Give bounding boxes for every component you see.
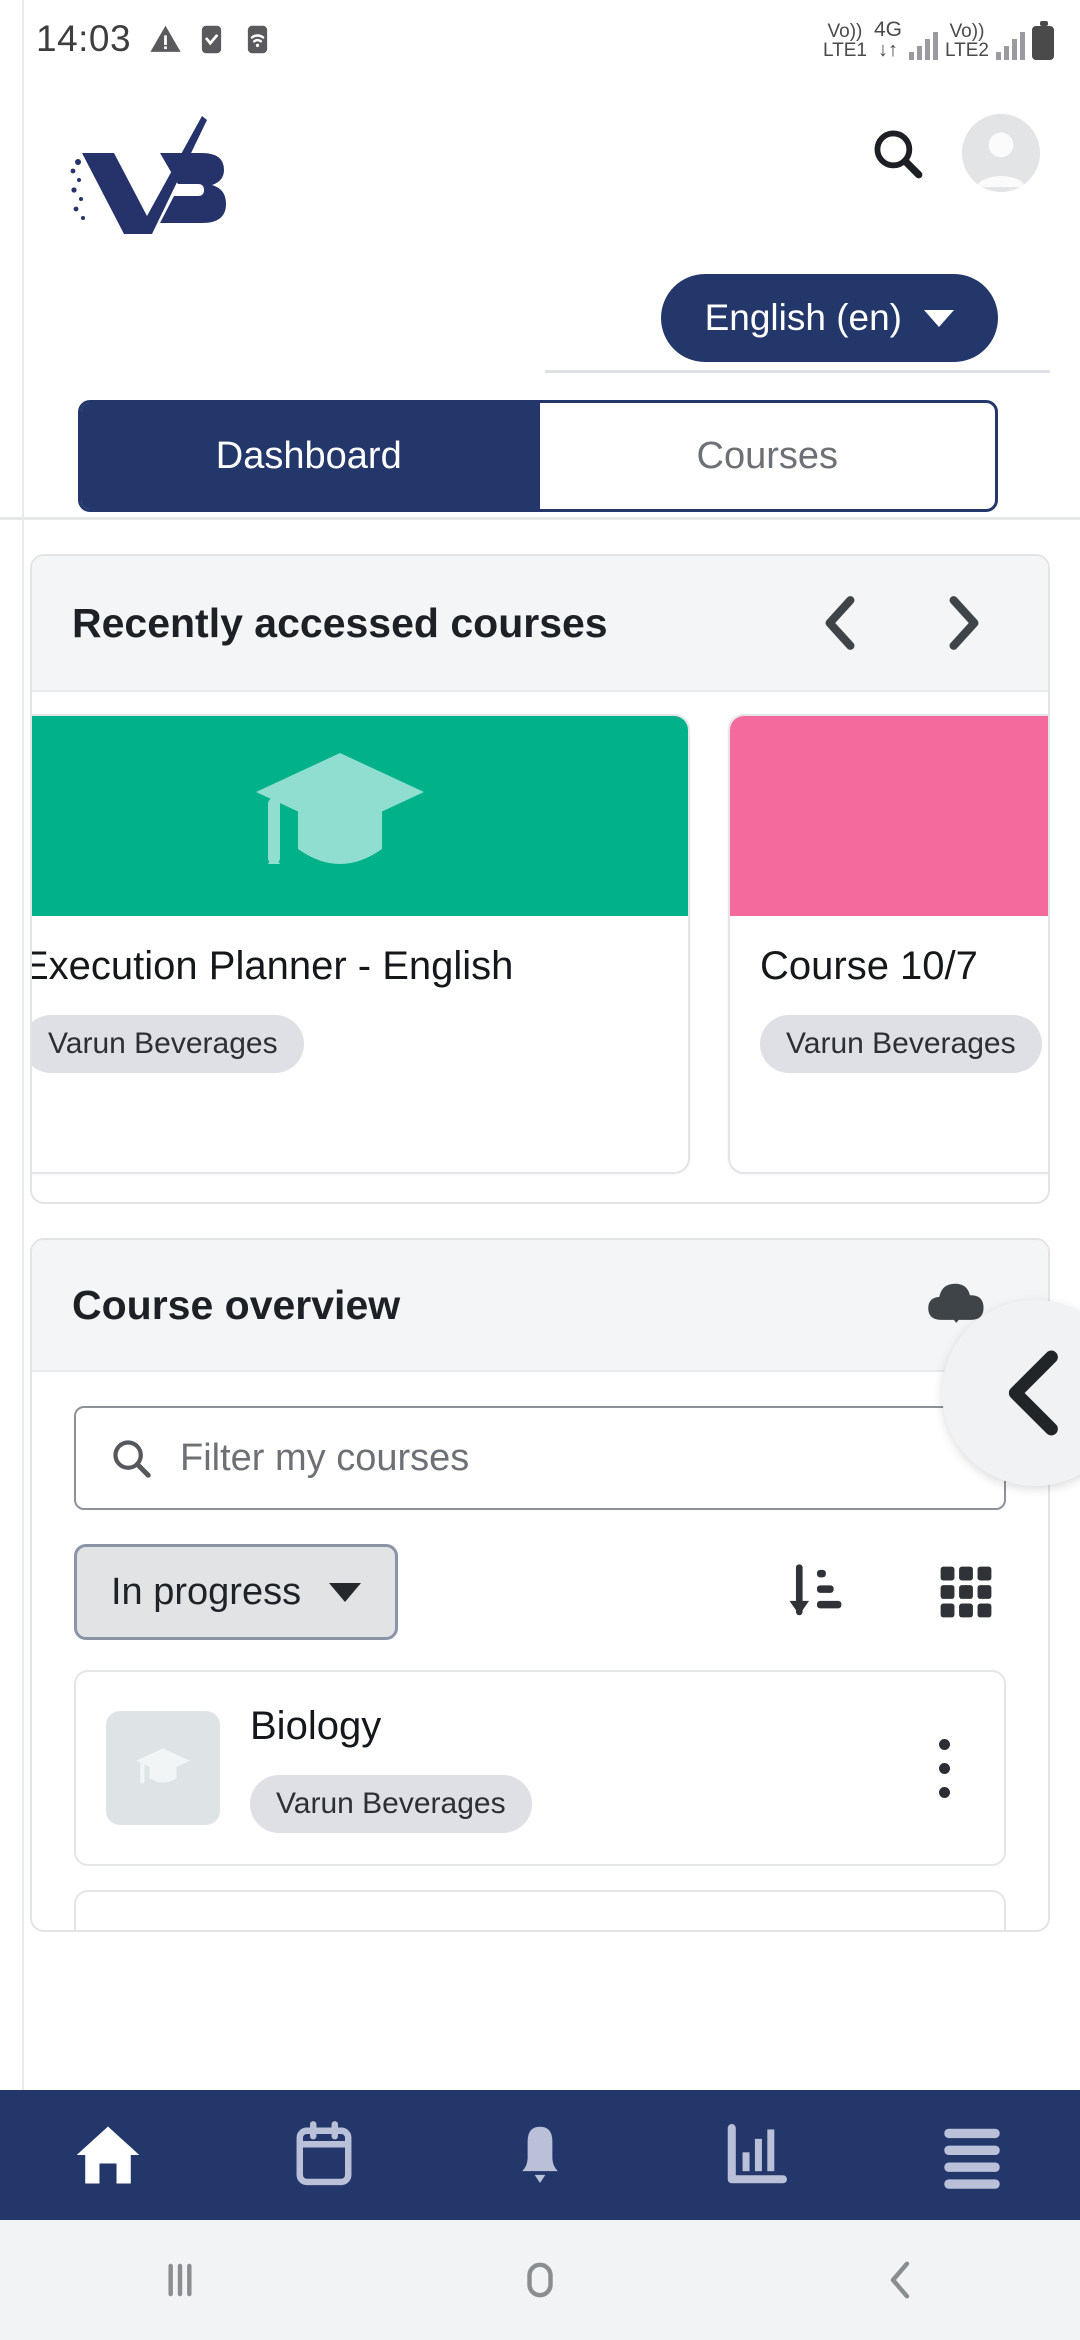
course-status-filter-dropdown[interactable]: In progress [74, 1544, 399, 1640]
chevron-right-icon[interactable] [938, 592, 990, 654]
sim2-volte-top: Vo)) [949, 20, 985, 42]
android-navigation-bar [0, 2220, 1080, 2340]
course-overview-title: Course overview [72, 1281, 401, 1328]
user-avatar-icon [962, 114, 1040, 192]
recently-accessed-title: Recently accessed courses [72, 599, 608, 646]
sort-descending-icon[interactable] [786, 1561, 848, 1623]
grid-view-icon[interactable] [936, 1562, 996, 1622]
course-view-options [786, 1561, 1006, 1623]
course-status-filter-label: In progress [111, 1570, 302, 1613]
course-card-image [730, 716, 1048, 916]
recently-accessed-courses-panel: Recently accessed courses Execution Plan… [30, 554, 1050, 1204]
course-card-category-chip: Varun Beverages [760, 1015, 1042, 1073]
user-avatar[interactable] [962, 114, 1040, 192]
app-header [0, 78, 1080, 258]
chevron-down-icon [924, 309, 954, 327]
sim2-volte-indicator: Vo)) LTE2 [945, 22, 989, 60]
header-search-button[interactable] [866, 122, 928, 184]
warning-triangle-icon [150, 25, 181, 52]
course-list-item-chip: Varun Beverages [250, 1774, 532, 1833]
wifi-icon [247, 25, 268, 53]
status-bar-clock: 14:03 [36, 18, 132, 59]
chevron-down-icon [329, 1582, 362, 1602]
course-card[interactable]: Execution Planner - English Varun Bevera… [30, 714, 690, 1174]
language-selector-button[interactable]: English (en) [660, 274, 998, 362]
course-card-title: Execution Planner - English [30, 944, 514, 988]
graduation-cap-icon [256, 753, 424, 864]
course-thumbnail [106, 1711, 220, 1825]
battery-icon [1032, 20, 1054, 60]
course-list-item[interactable]: Biology Varun Beverages [74, 1670, 1006, 1866]
app-screen: 14:03 Vo)) LTE1 4G ↓↑ Vo)) LTE2 English … [0, 0, 1080, 2340]
graduation-cap-icon [136, 1748, 190, 1784]
tab-dashboard[interactable]: Dashboard [81, 403, 537, 509]
chevron-left-icon[interactable] [814, 592, 866, 654]
course-card-category-chip: Varun Beverages [32, 1015, 304, 1073]
network-type-indicator: 4G ↓↑ [874, 19, 902, 60]
course-overview-controls: In progress [74, 1544, 1006, 1640]
home-circle-icon [527, 2262, 553, 2298]
network-type-label: 4G [873, 17, 902, 41]
status-bar-notification-icons [149, 23, 274, 56]
hamburger-menu-icon [944, 2128, 1000, 2189]
sim2-signal-bars-icon [996, 30, 1025, 60]
search-icon [874, 130, 923, 179]
course-overview-header: Course overview [32, 1240, 1048, 1372]
checkbox-checked-icon [201, 25, 222, 53]
bottom-navigation-bar [0, 2090, 1080, 2220]
status-bar: 14:03 Vo)) LTE1 4G ↓↑ Vo)) LTE2 [0, 0, 1080, 78]
three-dot-menu-icon [938, 1738, 950, 1798]
course-card-image [32, 716, 688, 916]
filter-courses-search-input[interactable]: Filter my courses [74, 1406, 1006, 1510]
calendar-icon [296, 2121, 352, 2186]
course-list-item-title: Biology [250, 1703, 382, 1748]
search-icon [113, 1440, 151, 1478]
language-selector-label: English (en) [704, 297, 902, 338]
content-left-edge [22, 0, 24, 2340]
course-list-item-content: Biology Varun Beverages [250, 1704, 914, 1833]
android-recents-button[interactable] [0, 2252, 360, 2308]
carousel-controls [814, 592, 1008, 654]
chevron-left-icon [1008, 1350, 1058, 1436]
recently-accessed-carousel[interactable]: Execution Planner - English Varun Bevera… [30, 692, 1048, 1202]
bottom-nav-calendar[interactable] [216, 2120, 432, 2190]
bar-chart-icon [727, 2124, 787, 2184]
content-top-divider [0, 517, 1080, 520]
sim1-volte-top: Vo)) [827, 20, 863, 42]
recently-accessed-header: Recently accessed courses [32, 556, 1048, 692]
course-list-item-menu-button[interactable] [914, 1738, 974, 1798]
tab-courses-label: Courses [696, 434, 839, 477]
filter-courses-placeholder: Filter my courses [180, 1436, 470, 1479]
course-list-item-partial[interactable] [74, 1890, 1006, 1930]
vb-logo [70, 116, 226, 234]
android-home-button[interactable] [360, 2252, 720, 2308]
status-bar-signal-icons: Vo)) LTE1 4G ↓↑ Vo)) LTE2 [823, 19, 1054, 60]
bottom-nav-menu[interactable] [864, 2121, 1080, 2189]
back-chevron-icon [890, 2261, 910, 2299]
tab-bar: Dashboard Courses [0, 378, 1080, 513]
tab-dashboard-label: Dashboard [215, 434, 402, 477]
data-transfer-arrows-icon: ↓↑ [877, 38, 898, 61]
sim1-signal-bars-icon [908, 30, 938, 60]
course-card[interactable]: Course 10/7 Varun Beverages [728, 714, 1048, 1174]
sim1-volte-indicator: Vo)) LTE1 [823, 22, 867, 60]
header-divider [545, 370, 1050, 373]
bottom-nav-home[interactable] [0, 2118, 216, 2192]
course-overview-panel: Course overview Filter my courses In pro… [30, 1238, 1050, 1932]
home-icon [76, 2126, 140, 2184]
bell-icon [522, 2126, 558, 2183]
bottom-nav-notifications[interactable] [432, 2120, 648, 2190]
recents-icon [168, 2263, 192, 2297]
tab-courses[interactable]: Courses [540, 403, 996, 509]
android-back-button[interactable] [720, 2252, 1080, 2308]
sim1-volte-bottom: LTE1 [822, 39, 867, 61]
course-card-title: Course 10/7 [760, 944, 978, 988]
header-actions [866, 114, 1040, 192]
language-row: English (en) [0, 258, 1080, 378]
sim2-volte-bottom: LTE2 [944, 39, 989, 61]
bottom-nav-grades[interactable] [648, 2120, 864, 2190]
